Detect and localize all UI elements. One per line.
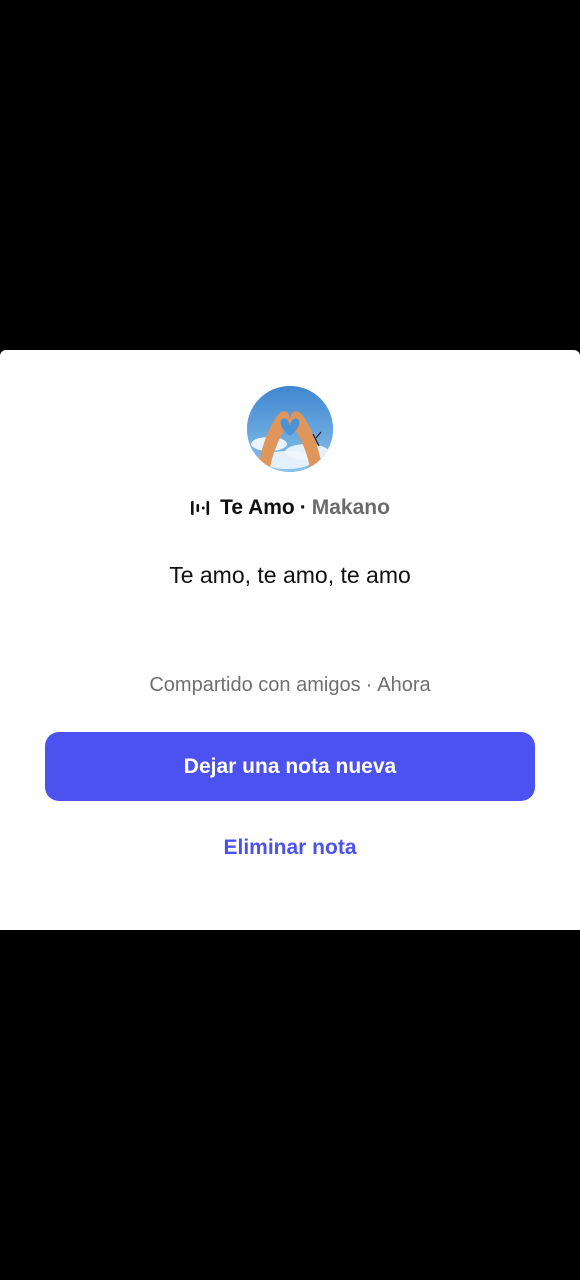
note-text: Te amo, te amo, te amo bbox=[169, 562, 411, 588]
screen: Te Amo · Makano Te amo, te amo, te amo C… bbox=[0, 0, 580, 1280]
song-title: Te Amo bbox=[220, 496, 295, 519]
avatar-image bbox=[247, 386, 333, 472]
music-row[interactable]: Te Amo · Makano bbox=[0, 494, 580, 522]
meta-separator: · bbox=[365, 674, 373, 696]
song-artist: Makano bbox=[311, 496, 390, 519]
audience-label: Compartido con amigos bbox=[149, 674, 361, 696]
new-note-button[interactable]: Dejar una nota nueva bbox=[45, 732, 535, 801]
delete-note-button[interactable]: Eliminar nota bbox=[190, 828, 390, 868]
audio-wave-icon bbox=[190, 499, 210, 517]
note-meta: Compartido con amigos · Ahora bbox=[0, 674, 580, 697]
timestamp: Ahora bbox=[377, 674, 431, 696]
note-sheet: Te Amo · Makano Te amo, te amo, te amo C… bbox=[0, 350, 580, 930]
avatar bbox=[247, 386, 333, 472]
song-separator: · bbox=[299, 496, 307, 519]
